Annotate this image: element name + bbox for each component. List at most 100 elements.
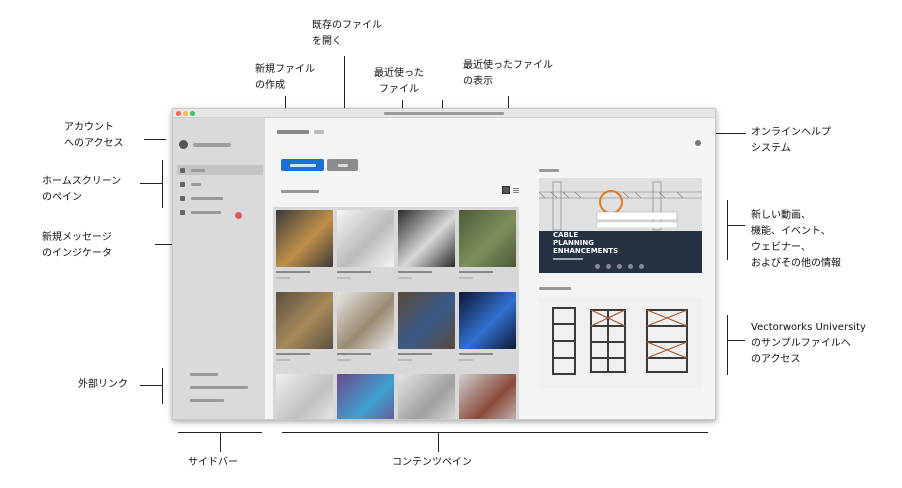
callout-open-existing: 既存のファイル を開く [312, 20, 382, 47]
account-button[interactable] [179, 140, 231, 149]
leader-line [140, 385, 162, 386]
leader-line [438, 432, 439, 452]
file-meta [276, 276, 333, 280]
new-file-button[interactable] [281, 159, 324, 171]
new-message-badge [235, 212, 242, 219]
file-thumbnail [337, 292, 394, 349]
open-file-button[interactable] [327, 159, 358, 171]
help-icon[interactable] [695, 140, 701, 146]
recent-file[interactable] [398, 210, 455, 280]
video-subtitle [553, 257, 583, 261]
window-title [173, 110, 715, 116]
file-thumbnail [276, 374, 333, 419]
file-name [337, 352, 394, 356]
carousel-dot[interactable] [595, 264, 600, 269]
file-name [276, 270, 333, 274]
recent-file[interactable] [398, 292, 455, 362]
leader-line [162, 160, 163, 208]
external-link[interactable] [190, 398, 224, 403]
leader-line [727, 340, 745, 341]
file-thumbnail [276, 210, 333, 267]
recent-file[interactable] [337, 210, 394, 280]
file-name [398, 352, 455, 356]
callout-new-file: 新規ファイル の作成 [255, 64, 315, 91]
file-name [398, 270, 455, 274]
sidebar-item-3[interactable] [177, 193, 263, 203]
recent-file[interactable] [276, 374, 333, 419]
recent-files-label [281, 189, 319, 194]
grid-view-icon[interactable] [502, 186, 510, 194]
sidebar-item-home[interactable] [177, 165, 263, 175]
sidebar-item-messages[interactable] [177, 207, 263, 217]
file-name [459, 270, 516, 274]
callout-news: 新しい動画、 機能、イベント、 ウェビナー、 およびその他の情報 [751, 210, 841, 269]
leader-line [727, 225, 745, 226]
file-meta [398, 358, 455, 362]
file-name [459, 352, 516, 356]
recent-file[interactable] [337, 292, 394, 362]
file-meta [337, 276, 394, 280]
leader-line [282, 432, 708, 433]
external-link[interactable] [190, 385, 248, 390]
carousel-dot[interactable] [628, 264, 633, 269]
view-toggle[interactable] [502, 186, 519, 194]
file-name [337, 270, 394, 274]
leader-line [144, 139, 166, 140]
home-icon [180, 167, 185, 173]
carousel-dot[interactable] [639, 264, 644, 269]
sidebar-item-2[interactable] [177, 179, 263, 189]
carousel-dot[interactable] [606, 264, 611, 269]
file-meta [459, 276, 516, 280]
recent-files-grid [273, 207, 519, 419]
callout-content-pane: コンテンツペイン [392, 457, 472, 468]
leader-line [727, 200, 728, 260]
callout-recent-files: 最近使った ファイル [374, 68, 424, 95]
file-thumbnail [398, 292, 455, 349]
file-thumbnail [398, 210, 455, 267]
external-link[interactable] [190, 372, 218, 377]
callout-account: アカウント へのアクセス [64, 122, 124, 149]
sidebar-icon [180, 181, 185, 187]
file-thumbnail [459, 292, 516, 349]
file-thumbnail [276, 292, 333, 349]
recent-file[interactable] [276, 210, 333, 280]
sidebar [173, 118, 265, 419]
carousel-dots[interactable] [595, 264, 644, 269]
file-thumbnail [337, 374, 394, 419]
account-name [193, 142, 231, 147]
leader-line [220, 432, 221, 452]
file-meta [337, 358, 394, 362]
news-video[interactable]: CABLE PLANNING ENHANCEMENTS [539, 178, 702, 273]
file-name [276, 352, 333, 356]
university-sample-file[interactable] [539, 298, 702, 388]
file-thumbnail [459, 374, 516, 419]
app-window: CABLE PLANNING ENHANCEMENTS [172, 108, 716, 420]
file-thumbnail [398, 374, 455, 419]
leader-line [727, 315, 728, 375]
welcome-text [277, 130, 324, 136]
file-thumbnail [337, 210, 394, 267]
carousel-dot[interactable] [617, 264, 622, 269]
recent-file[interactable] [459, 374, 516, 419]
callout-university: Vectorworks University のサンプルファイルへ のアクセス [751, 322, 866, 365]
file-meta [459, 358, 516, 362]
university-label [539, 286, 571, 291]
news-label [539, 168, 559, 173]
list-view-icon[interactable] [513, 187, 519, 193]
recent-file[interactable] [337, 374, 394, 419]
account-icon [179, 140, 188, 149]
leader-line [140, 183, 162, 184]
message-icon [180, 209, 185, 215]
callout-external-links: 外部リンク [78, 379, 128, 390]
callout-online-help: オンラインヘルプ システム [751, 127, 831, 154]
title-bar [173, 109, 715, 118]
recent-file[interactable] [459, 292, 516, 362]
recent-file[interactable] [276, 292, 333, 362]
callout-new-message: 新規メッセージ のインジケータ [42, 232, 112, 259]
file-meta [276, 358, 333, 362]
file-meta [398, 276, 455, 280]
recent-file[interactable] [398, 374, 455, 419]
file-thumbnail [459, 210, 516, 267]
sidebar-icon [180, 195, 185, 201]
recent-file[interactable] [459, 210, 516, 280]
